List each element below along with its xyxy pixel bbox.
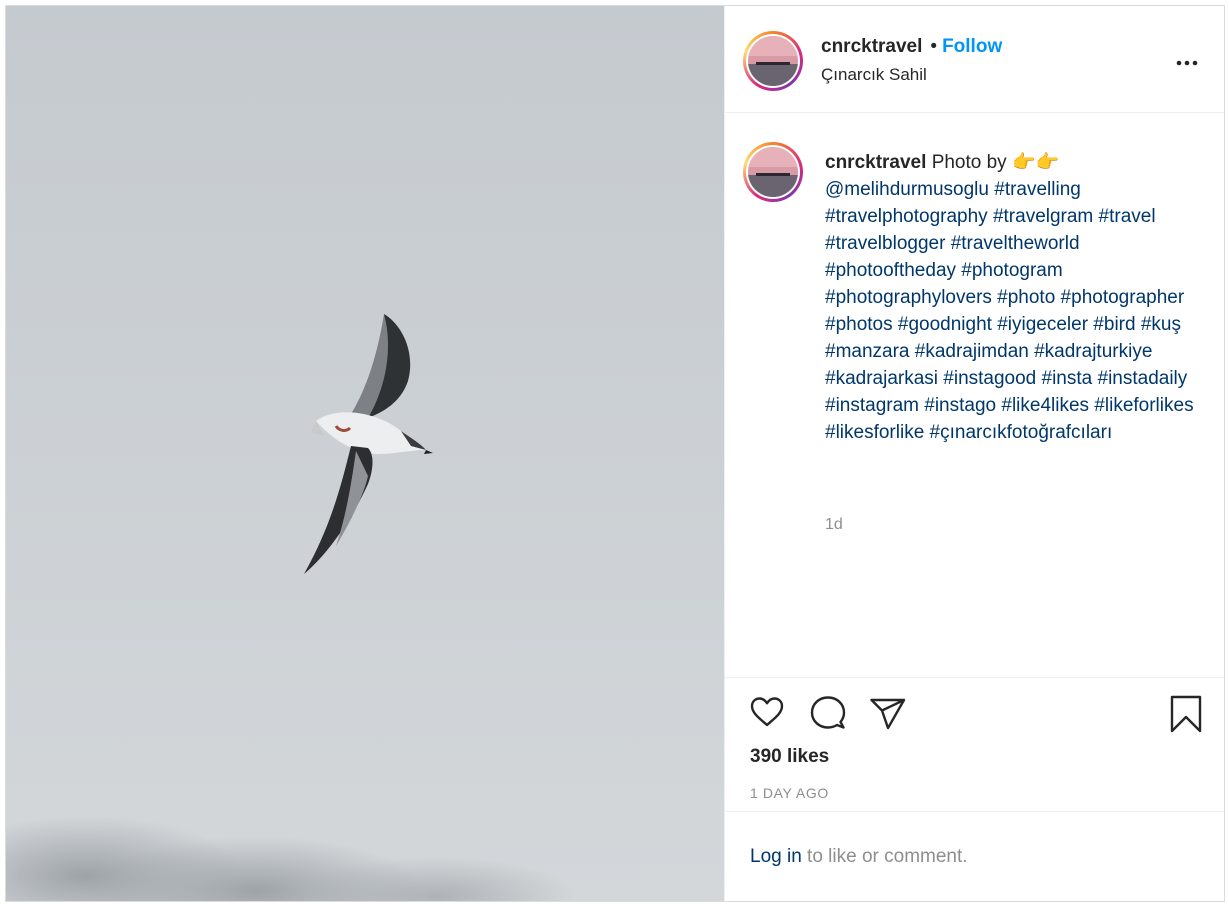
caption-username[interactable]: cnrcktravel — [825, 152, 926, 173]
avatar-image — [748, 147, 798, 197]
heart-icon[interactable] — [749, 696, 785, 733]
avatar[interactable] — [743, 31, 803, 91]
follow-button[interactable]: Follow — [942, 36, 1002, 57]
location-link[interactable]: Çınarcık Sahil — [821, 65, 927, 85]
post-card: cnrcktravel • Follow Çınarcık Sahil cnrc… — [5, 5, 1225, 902]
login-link[interactable]: Log in — [750, 846, 802, 867]
post-sidebar: cnrcktravel • Follow Çınarcık Sahil cnrc… — [724, 6, 1224, 901]
bookmark-icon[interactable] — [1169, 695, 1203, 738]
post-timestamp: 1 DAY AGO — [750, 785, 829, 801]
post-photo[interactable] — [6, 6, 724, 901]
caption-lead: Photo by 👉👉 — [931, 152, 1060, 173]
caption-hashtags[interactable]: @melihdurmusoglu #travelling #travelphot… — [825, 179, 1194, 443]
action-bar: 390 likes 1 DAY AGO — [725, 677, 1224, 811]
post-caption: cnrcktravel Photo by 👉👉 @melihdurmusoglu… — [825, 149, 1197, 446]
post-header: cnrcktravel • Follow Çınarcık Sahil — [725, 6, 1224, 113]
caption-avatar[interactable] — [743, 142, 803, 202]
username[interactable]: cnrcktravel — [821, 36, 922, 57]
caption-timestamp: 1d — [825, 516, 843, 533]
seagull-image — [6, 6, 724, 901]
login-bar: Log in to like or comment. — [725, 811, 1224, 901]
comment-icon[interactable] — [809, 695, 847, 736]
login-prompt: Log in to like or comment. — [750, 846, 968, 868]
share-icon[interactable] — [869, 697, 907, 736]
likes-count[interactable]: 390 likes — [750, 746, 829, 768]
more-icon[interactable] — [1176, 46, 1198, 72]
separator-dot: • — [930, 36, 938, 57]
avatar-image — [748, 36, 798, 86]
caption-area: cnrcktravel Photo by 👉👉 @melihdurmusoglu… — [725, 113, 1224, 677]
login-prompt-rest: to like or comment. — [801, 846, 968, 867]
